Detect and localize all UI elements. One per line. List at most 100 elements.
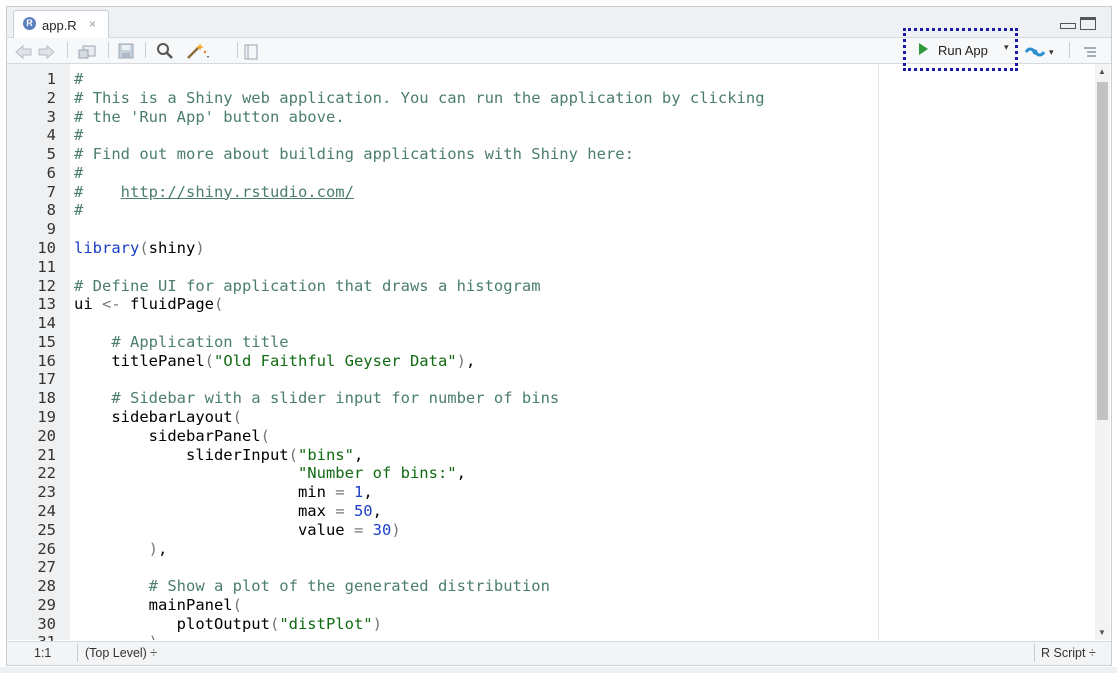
line-number: 22 <box>37 464 56 483</box>
code-token: ( <box>214 295 224 314</box>
code-token: sliderInput <box>74 445 289 464</box>
code-token: # Sidebar with a slider input for number… <box>111 389 560 408</box>
code-token: ) <box>149 633 158 640</box>
code-token: = <box>335 483 345 502</box>
run-app-dropdown-icon[interactable]: ▾ <box>1004 42 1009 53</box>
minimize-pane-icon[interactable] <box>1060 23 1076 29</box>
code-line: titlePanel("Old Faithful Geyser Data"), <box>74 352 475 370</box>
print-margin-line <box>878 64 879 640</box>
code-token: <- <box>102 295 121 314</box>
code-token: ) <box>148 539 158 558</box>
code-line: max = 50, <box>74 502 382 520</box>
forward-arrow-icon[interactable] <box>37 42 55 62</box>
line-number: 8 <box>46 201 56 220</box>
code-token: # <box>74 182 121 201</box>
line-number: 19 <box>37 408 56 427</box>
code-token: # <box>74 126 84 145</box>
search-icon[interactable] <box>156 41 174 61</box>
code-line: # <box>74 201 83 219</box>
code-token: ui <box>74 295 102 314</box>
scrollbar-thumb[interactable] <box>1097 82 1108 420</box>
code-token: ( <box>232 595 242 614</box>
code-token: 1 <box>344 483 364 502</box>
code-token: = <box>335 501 345 520</box>
toolbar-separator <box>67 42 68 58</box>
code-token: 30 <box>363 520 392 539</box>
r-file-icon: R <box>23 17 36 30</box>
show-in-window-icon[interactable] <box>77 42 97 62</box>
line-number: 27 <box>37 558 56 577</box>
line-number: 7 <box>46 182 56 201</box>
code-line: # Define UI for application that draws a… <box>74 277 541 295</box>
code-line: # <box>74 164 83 182</box>
code-token: , <box>158 539 168 558</box>
close-icon[interactable]: × <box>89 17 96 31</box>
code-token: , <box>456 464 466 483</box>
code-token: "Number of bins:" <box>297 464 457 483</box>
code-tools-wand-icon[interactable] <box>185 41 211 61</box>
maximize-pane-icon[interactable] <box>1080 17 1096 30</box>
code-line: mainPanel( <box>74 596 242 614</box>
code-line: # Sidebar with a slider input for number… <box>74 389 559 407</box>
line-number: 24 <box>37 501 56 520</box>
code-line: # Application title <box>74 333 288 351</box>
line-number: 10 <box>37 239 56 258</box>
line-number: 11 <box>37 257 56 276</box>
line-number: 29 <box>37 595 56 614</box>
publish-dropdown-icon[interactable]: ▾ <box>1049 42 1054 62</box>
toolbar-separator <box>237 42 238 58</box>
toolbar-separator <box>145 42 146 58</box>
back-arrow-icon[interactable] <box>15 42 33 62</box>
line-number: 18 <box>37 389 56 408</box>
line-number: 9 <box>46 220 56 239</box>
code-token: # <box>74 163 84 182</box>
toolbar-separator <box>108 42 109 58</box>
code-line: # http://shiny.rstudio.com/ <box>74 183 354 201</box>
code-token: ( <box>139 239 149 258</box>
scroll-up-icon[interactable]: ▲ <box>1098 67 1106 76</box>
editor-toolbar: Run App ▾ ▾ <box>7 28 1111 71</box>
run-app-button[interactable]: Run App ▾ <box>903 28 1018 71</box>
code-token: "bins" <box>297 445 354 464</box>
code-token: ) <box>391 520 401 539</box>
code-line: library(shiny) <box>74 239 205 257</box>
tab-app-r[interactable]: R app.R × <box>13 10 109 38</box>
line-number: 4 <box>46 126 56 145</box>
code-token: ( <box>269 614 280 633</box>
code-editor[interactable]: # # This is a Shiny web application. You … <box>74 64 879 640</box>
line-number: 25 <box>37 520 56 539</box>
code-token: # the 'Run App' button above. <box>74 107 345 126</box>
code-line: min = 1, <box>74 483 373 501</box>
code-line: "Number of bins:", <box>74 464 466 482</box>
file-type-selector[interactable]: R Script ÷ <box>1041 646 1096 660</box>
vertical-scrollbar[interactable]: ▲ ▼ <box>1095 64 1110 640</box>
code-link[interactable]: http://shiny.rstudio.com/ <box>121 183 354 201</box>
code-line: # This is a Shiny web application. You c… <box>74 89 765 107</box>
code-token: "Old Faithful Geyser Data" <box>214 351 457 370</box>
scope-selector[interactable]: (Top Level) ÷ <box>85 646 157 660</box>
save-icon[interactable] <box>118 41 134 61</box>
code-token: sidebarLayout <box>74 408 233 427</box>
code-token: max <box>74 501 336 520</box>
line-number: 2 <box>46 88 56 107</box>
code-token: titlePanel <box>74 351 205 370</box>
code-token: # <box>74 201 84 220</box>
code-token: # Show a plot of the generated distribut… <box>148 577 550 596</box>
line-number: 16 <box>37 351 56 370</box>
cursor-position: 1:1 <box>34 646 52 660</box>
run-play-icon <box>919 43 928 55</box>
code-token: # <box>74 70 84 88</box>
line-number: 21 <box>37 445 56 464</box>
line-number-gutter: 1 2 3 4 5 6 7 8 9 10 11 12 13 14 15 16 17 18 19 20 21 22 23 24 2… <box>7 64 70 651</box>
code-token: , <box>363 483 373 502</box>
compile-report-icon[interactable] <box>243 42 259 62</box>
outline-icon[interactable] <box>1082 43 1098 63</box>
pane-bottom-edge <box>0 667 1117 673</box>
code-token: ) <box>195 239 205 258</box>
scroll-down-icon[interactable]: ▼ <box>1098 628 1106 637</box>
publish-icon[interactable] <box>1024 42 1046 62</box>
